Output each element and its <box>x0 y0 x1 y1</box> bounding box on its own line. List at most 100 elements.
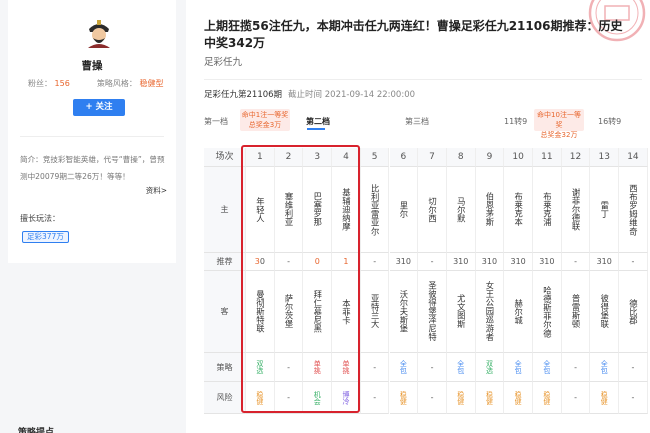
recommendation: - <box>360 253 390 271</box>
fans-count: 156 <box>54 79 70 88</box>
style-label: 策略风格： <box>96 79 137 88</box>
tab-first-tier[interactable]: 第一档 <box>204 116 228 127</box>
sidebar-divider <box>20 136 164 137</box>
strategy-badge: 全包 <box>446 353 476 382</box>
recommendation-hit: 0 <box>314 257 320 266</box>
home-team: 马尔默 <box>446 167 476 253</box>
tab-second-tier[interactable]: 第二档 <box>306 116 330 127</box>
risk-badge: 稳健 <box>246 382 275 414</box>
recommendation: 310 <box>590 253 620 271</box>
recommendation: - <box>619 253 648 271</box>
author-avatar[interactable] <box>85 18 113 48</box>
risk-badge: - <box>561 382 591 414</box>
strategy-badge: 双选 <box>475 353 505 382</box>
away-team: 本菲卡 <box>332 271 361 353</box>
risk-badge: 稳健 <box>446 382 476 414</box>
risk-badge: 博冷 <box>332 382 361 414</box>
follow-button[interactable]: + 关注 <box>73 99 125 116</box>
home-team: 雷丁 <box>590 167 620 253</box>
recommendation: 310 <box>504 253 533 271</box>
match-number: 2 <box>274 148 304 167</box>
risk-badge: - <box>418 382 447 414</box>
recommendation: 310 <box>446 253 476 271</box>
strategy-badge: - <box>619 353 648 382</box>
strategy-badge: 单挑 <box>303 353 333 382</box>
home-team: 基辅迪纳摩 <box>332 167 361 253</box>
strategy-badge: 全包 <box>389 353 419 382</box>
risk-badge: 稳健 <box>590 382 620 414</box>
style-value: 稳健型 <box>139 79 164 88</box>
prize-badge: 命中10注一等奖 总奖金32万 <box>534 109 584 139</box>
strategy-badge: - <box>274 353 304 382</box>
home-team: 塞维利亚 <box>274 167 304 253</box>
author-name: 曹操 <box>81 60 103 72</box>
prize-badge: 命中1注一等奖 总奖金3万 <box>240 109 290 131</box>
match-number: 6 <box>389 148 419 167</box>
more-profile-link[interactable]: 资料> <box>146 185 167 196</box>
recommendation: - <box>561 253 591 271</box>
row-label-away: 客 <box>204 271 246 353</box>
away-team: 圣彼得堡泽尼特 <box>418 271 447 353</box>
author-stats: 粉丝： 156 策略风格： 稳健型 <box>28 78 163 89</box>
recommendation: 1 <box>332 253 361 271</box>
prize-line: 总奖金32万 <box>540 131 578 139</box>
recommendation: 30 <box>246 253 275 271</box>
row-label-strategy: 策略 <box>204 353 246 382</box>
strategy-badge: 双选 <box>246 353 275 382</box>
issue-number: 足彩任九第21106期 <box>204 90 283 100</box>
match-number: 13 <box>590 148 620 167</box>
match-number: 7 <box>418 148 447 167</box>
risk-badge: 稳健 <box>389 382 419 414</box>
away-team: 尤文图斯 <box>446 271 476 353</box>
risk-badge: - <box>619 382 648 414</box>
author-card: 曹操 粉丝： 156 策略风格： 稳健型 + 关注 简介：竞技彩智能英雄，代号“… <box>8 0 176 263</box>
away-team: 曼彻斯特联 <box>246 271 275 353</box>
match-number: 12 <box>561 148 591 167</box>
away-team: 拜仁慕尼黑 <box>303 271 333 353</box>
away-team: 哈德斯菲尔德 <box>533 271 562 353</box>
prize-line: 命中10注一等奖 <box>537 111 581 129</box>
home-team: 布莱克本 <box>504 167 533 253</box>
match-number: 10 <box>504 148 533 167</box>
home-team: 布莱克浦 <box>533 167 562 253</box>
away-team: 萨尔茨堡 <box>274 271 304 353</box>
row-label-risk: 风险 <box>204 382 246 414</box>
recommendation: - <box>418 253 447 271</box>
away-team: 德比郡 <box>619 271 648 353</box>
strategy-badge: 全包 <box>533 353 562 382</box>
tab-16-to-9[interactable]: 16转9 <box>598 116 621 127</box>
strategy-badge: - <box>360 353 390 382</box>
home-team: 巴塞罗那 <box>303 167 333 253</box>
skill-label: 擅长玩法： <box>20 214 60 223</box>
match-number: 14 <box>619 148 648 167</box>
fans-label: 粉丝： <box>28 79 52 88</box>
home-team: 谢菲尔德联 <box>561 167 591 253</box>
tab-11-to-9[interactable]: 11转9 <box>504 116 527 127</box>
home-team: 伯恩茅斯 <box>475 167 505 253</box>
row-label-index: 场次 <box>204 148 246 167</box>
skill-tag[interactable]: 足彩377万 <box>22 231 69 243</box>
row-label-rec: 推荐 <box>204 253 246 271</box>
home-team: 西布罗姆维奇 <box>619 167 648 253</box>
recommendation-hit: 3 <box>254 257 260 266</box>
issue-line: 足彩任九第21106期 截止时间 2021-09-14 22:00:00 <box>204 88 415 100</box>
recommendation: 0 <box>303 253 333 271</box>
strategy-badge: - <box>561 353 591 382</box>
author-bio: 简介：竞技彩智能英雄，代号“曹操”，曾预测中20079期二等26万！等等！ <box>20 155 165 181</box>
away-team: 彼得堡联 <box>590 271 620 353</box>
away-team: 赫尔城 <box>504 271 533 353</box>
row-label-home: 主 <box>204 167 246 253</box>
recommendation: 310 <box>475 253 505 271</box>
strategy-badge: - <box>418 353 447 382</box>
home-team: 切尔西 <box>418 167 447 253</box>
article-title: 上期狂揽56注任九，本期冲击任九两连红！曹操足彩任九21106期推荐：历史中奖3… <box>204 19 623 50</box>
article-category[interactable]: 足彩任九 <box>204 54 242 68</box>
home-team: 年轻人 <box>246 167 275 253</box>
match-number: 1 <box>246 148 275 167</box>
deadline: 截止时间 2021-09-14 22:00:00 <box>288 90 416 100</box>
title-divider <box>204 79 642 80</box>
recommendation-hit: 1 <box>343 257 349 266</box>
active-tab-underline <box>307 128 325 130</box>
tab-third-tier[interactable]: 第三档 <box>405 116 429 127</box>
prize-line: 命中1注一等奖 <box>241 111 289 119</box>
